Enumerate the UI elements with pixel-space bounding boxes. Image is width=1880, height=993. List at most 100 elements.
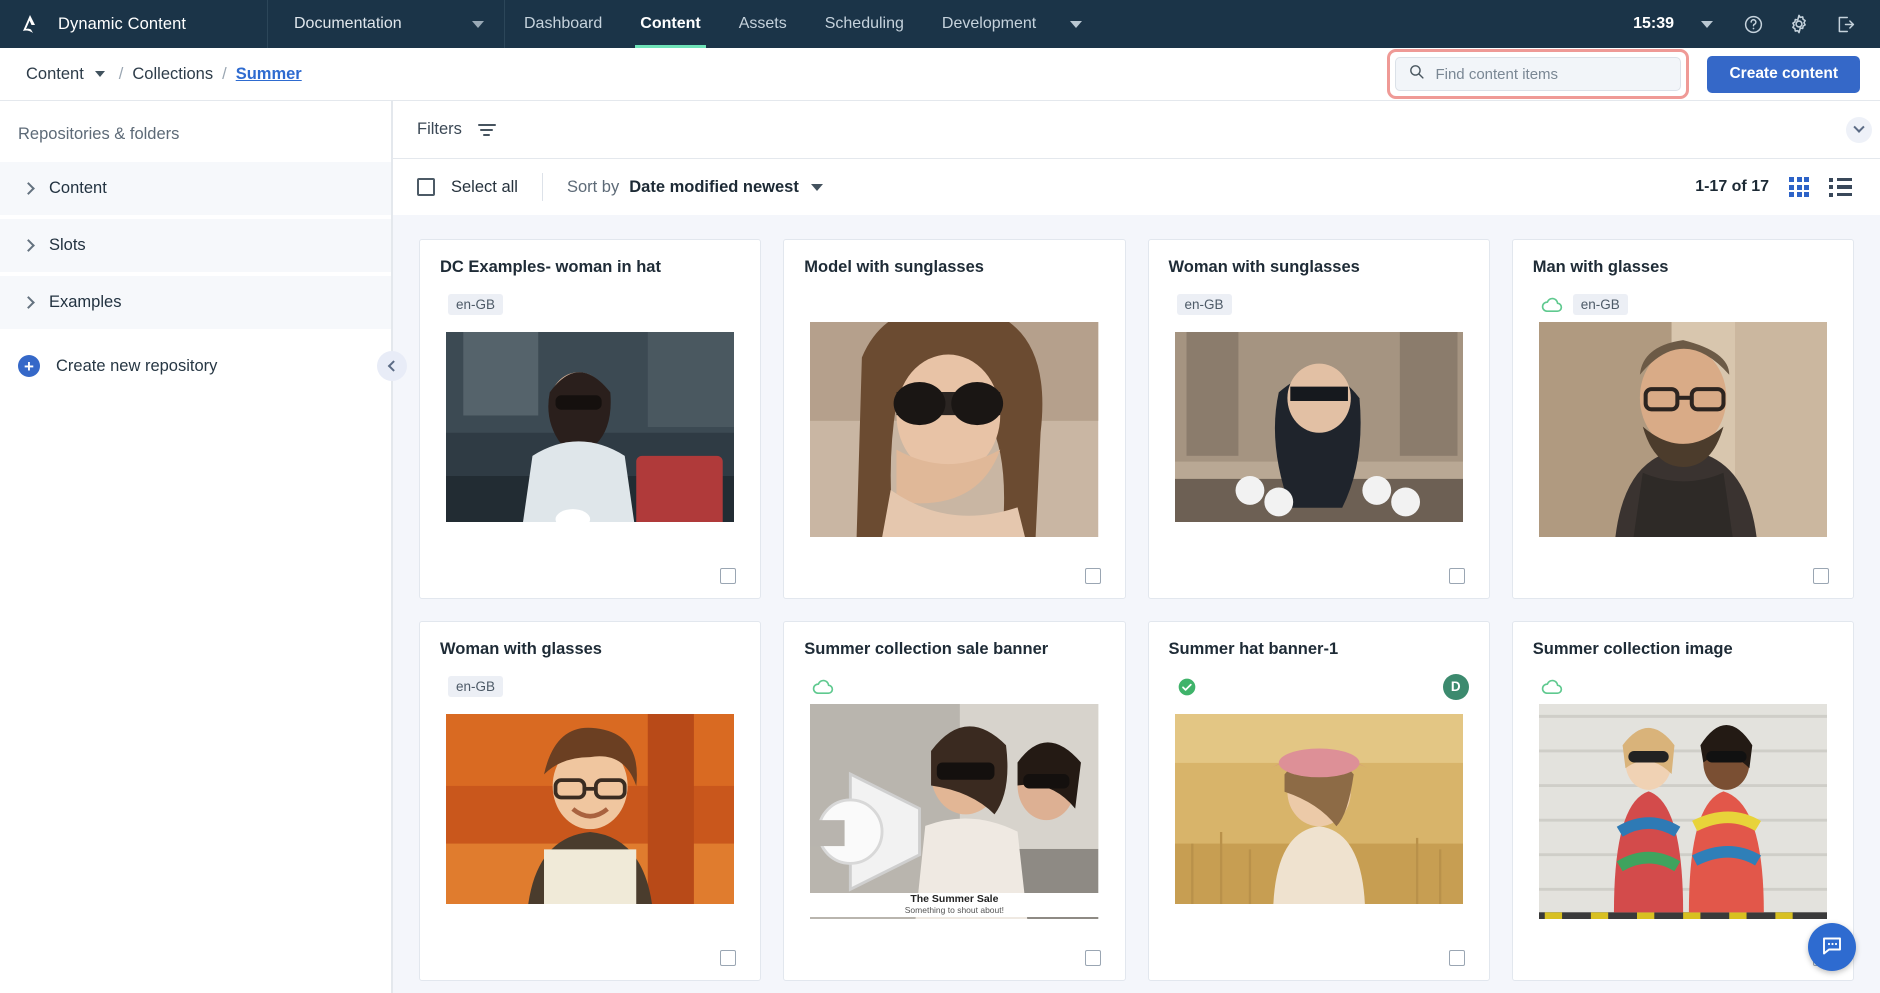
card-title: DC Examples- woman in hat bbox=[440, 258, 661, 276]
card-footer bbox=[436, 936, 744, 980]
card-title: Model with sunglasses bbox=[804, 258, 984, 276]
content-card[interactable]: Man with glasses en-GB bbox=[1511, 239, 1854, 599]
search-box[interactable] bbox=[1395, 57, 1682, 91]
card-meta: en-GB bbox=[436, 670, 744, 704]
chevron-right-icon bbox=[22, 296, 35, 309]
cloud-icon bbox=[812, 679, 834, 695]
card-meta bbox=[800, 670, 1108, 704]
published-tick-icon bbox=[1177, 677, 1197, 697]
content-card[interactable]: Summer collection image bbox=[1511, 621, 1854, 981]
collapse-filters-button[interactable] bbox=[1846, 116, 1872, 143]
content-card[interactable]: DC Examples- woman in hat en-GB bbox=[419, 239, 762, 599]
card-thumbnail: The Summer Sale Something to shout about… bbox=[810, 703, 1099, 919]
card-title: Summer hat banner-1 bbox=[1168, 640, 1339, 658]
sort-by-value[interactable]: Date modified newest bbox=[629, 178, 799, 197]
main-panel: Filters Select all Sort by Date modified… bbox=[377, 101, 1880, 993]
avatar[interactable]: D bbox=[1442, 673, 1469, 700]
chat-button[interactable] bbox=[1808, 923, 1856, 971]
nav-section-selector[interactable]: Documentation bbox=[268, 0, 505, 48]
card-thumbnail bbox=[810, 321, 1099, 537]
search-icon bbox=[1408, 63, 1425, 85]
select-all-checkbox[interactable] bbox=[417, 178, 435, 196]
card-select-checkbox[interactable] bbox=[1084, 568, 1101, 584]
breadcrumb-item-summer[interactable]: Summer bbox=[236, 65, 302, 84]
help-icon[interactable] bbox=[1730, 0, 1776, 48]
grid-view-icon[interactable] bbox=[1789, 177, 1809, 197]
card-thumbnail bbox=[1174, 713, 1463, 904]
logout-icon[interactable] bbox=[1822, 0, 1868, 48]
card-title: Summer collection sale banner bbox=[804, 640, 1049, 658]
top-navigation-right: 15:39 bbox=[1629, 0, 1880, 48]
breadcrumb-bar-actions: Create content bbox=[1387, 49, 1860, 99]
sidebar-item-examples[interactable]: Examples bbox=[0, 276, 391, 329]
chevron-down-icon bbox=[1701, 20, 1713, 28]
filter-bar: Filters bbox=[393, 101, 1880, 159]
card-meta bbox=[800, 288, 1108, 322]
create-new-repository-button[interactable]: + Create new repository bbox=[0, 333, 391, 377]
nav-item-label: Development bbox=[941, 15, 1037, 32]
filter-icon[interactable] bbox=[477, 123, 496, 136]
banner-caption-line2: Something to shout about! bbox=[904, 904, 1004, 915]
gear-icon[interactable] bbox=[1776, 0, 1822, 48]
card-thumbnail bbox=[1174, 331, 1463, 522]
chevron-down-icon[interactable] bbox=[94, 71, 105, 77]
page-body: Repositories & folders Content Slots Exa… bbox=[0, 101, 1880, 993]
breadcrumb-bar: Content / Collections / Summer Create co… bbox=[0, 48, 1880, 101]
breadcrumb-item-content[interactable]: Content bbox=[26, 65, 84, 84]
card-footer bbox=[1165, 554, 1473, 598]
card-thumbnail bbox=[1538, 321, 1827, 537]
nav-item-assets[interactable]: Assets bbox=[720, 0, 806, 48]
nav-item-content[interactable]: Content bbox=[621, 0, 719, 48]
card-footer bbox=[800, 936, 1108, 980]
chevron-down-icon bbox=[472, 20, 484, 28]
content-card[interactable]: Summer collection sale banner The Summer… bbox=[783, 621, 1126, 981]
cloud-icon bbox=[1541, 679, 1563, 695]
locale-chip: en-GB bbox=[1572, 294, 1628, 316]
nav-item-development[interactable]: Development bbox=[923, 0, 1096, 48]
card-select-checkbox[interactable] bbox=[1084, 950, 1101, 966]
card-select-checkbox[interactable] bbox=[1813, 568, 1829, 584]
search-input[interactable] bbox=[1435, 65, 1669, 83]
amplience-logo-icon bbox=[16, 11, 42, 37]
list-view-icon[interactable] bbox=[1829, 177, 1852, 197]
sort-by-label: Sort by bbox=[566, 177, 620, 196]
breadcrumb-separator: / bbox=[222, 64, 227, 83]
chevron-down-icon[interactable] bbox=[810, 183, 823, 191]
card-footer bbox=[800, 554, 1108, 598]
chevron-left-icon bbox=[387, 360, 400, 372]
locale-chip: en-GB bbox=[448, 676, 504, 698]
content-card[interactable]: Model with sunglasses bbox=[783, 239, 1126, 599]
create-content-button[interactable]: Create content bbox=[1707, 55, 1860, 93]
chevron-down-icon bbox=[1070, 20, 1083, 28]
collapse-sidebar-button[interactable] bbox=[377, 351, 407, 381]
toolbar-divider bbox=[541, 173, 543, 201]
content-card[interactable]: Summer hat banner-1 D bbox=[1147, 621, 1490, 981]
cloud-icon bbox=[1541, 297, 1563, 313]
nav-item-label: Scheduling bbox=[824, 15, 904, 32]
nav-item-dashboard[interactable]: Dashboard bbox=[505, 0, 621, 48]
card-thumbnail bbox=[446, 713, 735, 904]
card-select-checkbox[interactable] bbox=[720, 950, 737, 966]
sidebar: Repositories & folders Content Slots Exa… bbox=[0, 101, 392, 993]
card-select-checkbox[interactable] bbox=[720, 568, 737, 584]
content-toolbar: Select all Sort by Date modified newest … bbox=[377, 159, 1880, 381]
nav-item-label: Assets bbox=[738, 15, 787, 32]
nav-item-label: Dashboard bbox=[524, 15, 603, 32]
filters-label[interactable]: Filters bbox=[417, 120, 462, 139]
brand-area[interactable]: Dynamic Content bbox=[0, 0, 268, 48]
content-card[interactable]: Woman with glasses en-GB bbox=[419, 621, 762, 981]
brand-name: Dynamic Content bbox=[58, 14, 187, 33]
card-select-checkbox[interactable] bbox=[1448, 950, 1465, 966]
select-all-label[interactable]: Select all bbox=[451, 178, 518, 197]
content-card[interactable]: Woman with sunglasses en-GB bbox=[1147, 239, 1490, 599]
nav-item-scheduling[interactable]: Scheduling bbox=[806, 0, 923, 48]
card-meta: D bbox=[1165, 670, 1473, 704]
top-navigation-bar: Dynamic Content Documentation Dashboard … bbox=[0, 0, 1880, 48]
sidebar-item-content[interactable]: Content bbox=[0, 162, 391, 215]
timezone-dropdown-button[interactable] bbox=[1684, 0, 1730, 48]
card-select-checkbox[interactable] bbox=[1448, 568, 1465, 584]
breadcrumb-item-collections[interactable]: Collections bbox=[132, 65, 213, 84]
banner-caption-line1: The Summer Sale bbox=[910, 892, 999, 905]
breadcrumb-separator: / bbox=[118, 64, 124, 83]
sidebar-item-slots[interactable]: Slots bbox=[0, 219, 391, 272]
